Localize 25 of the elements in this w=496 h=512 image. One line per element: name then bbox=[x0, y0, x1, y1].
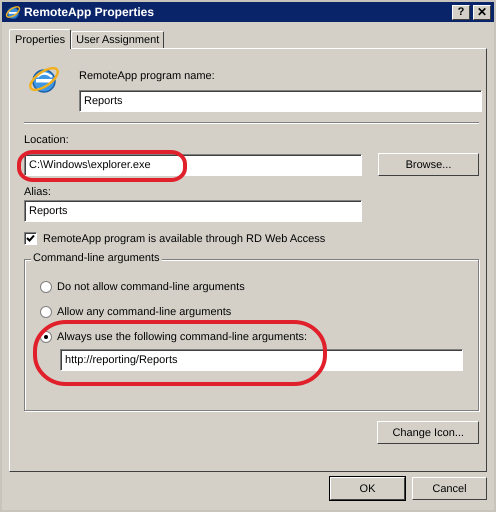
field-label: RemoteApp program name: bbox=[79, 70, 216, 82]
field-label: Location: bbox=[24, 134, 69, 146]
name-field[interactable]: Reports bbox=[79, 90, 482, 112]
alias-field[interactable]: Reports bbox=[24, 200, 362, 222]
browse-button[interactable]: Browse... bbox=[378, 153, 479, 176]
field-label: Alias: bbox=[24, 186, 51, 198]
close-button[interactable]: ✕ bbox=[473, 4, 491, 20]
dialog-button[interactable]: Cancel bbox=[412, 477, 487, 500]
location-field[interactable]: C:\Windows\explorer.exe bbox=[24, 154, 362, 176]
radio-label: Allow any command-line arguments bbox=[57, 306, 232, 318]
radio-label: Always use the following command-line arguments: bbox=[57, 331, 308, 343]
dialog-button[interactable]: OK bbox=[330, 477, 405, 500]
arguments-field[interactable]: http://reporting/Reports bbox=[60, 349, 463, 371]
tab[interactable]: Properties bbox=[9, 29, 72, 49]
radio-label: Do not allow command-line arguments bbox=[57, 281, 245, 293]
help-button[interactable]: ? bbox=[452, 4, 470, 20]
window-title: RemoteApp Properties bbox=[24, 5, 156, 19]
browser-icon bbox=[5, 4, 21, 20]
checkbox[interactable] bbox=[24, 232, 37, 245]
change-icon-button[interactable]: Change Icon... bbox=[377, 421, 479, 444]
radio-button[interactable] bbox=[40, 281, 52, 293]
radio-button[interactable] bbox=[40, 306, 52, 318]
group-title: Command-line arguments bbox=[31, 252, 162, 264]
tab[interactable]: User Assignment bbox=[71, 31, 164, 48]
checkbox-label: RemoteApp program is available through RD Web Access bbox=[43, 232, 326, 244]
